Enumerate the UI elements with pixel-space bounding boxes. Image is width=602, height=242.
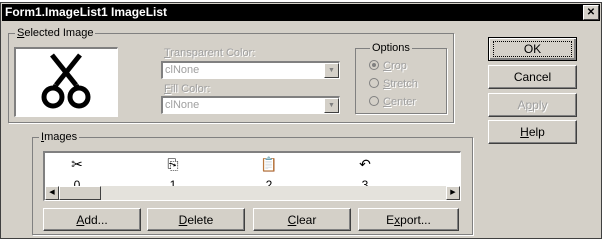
radio-stretch[interactable]: Stretch <box>369 78 418 90</box>
radio-icon <box>369 78 379 88</box>
images-legend: Images <box>39 131 80 144</box>
transparent-color-select[interactable]: clNone ▼ <box>161 61 340 79</box>
selected-image-legend: Selected Image <box>15 27 96 40</box>
transparent-color-label: Transparent Color: <box>164 47 256 59</box>
radio-selected-icon <box>369 60 379 70</box>
paste-icon: 📋 <box>260 156 278 172</box>
cut-icon: ✂ <box>71 156 83 172</box>
fill-color-label: Fill Color: <box>164 83 211 95</box>
copy-icon: ⎘ <box>167 156 179 172</box>
options-legend: Options <box>370 42 412 55</box>
title-bar: Form1.ImageList1 ImageList ✕ <box>2 4 600 21</box>
cancel-button[interactable]: Cancel <box>488 65 577 89</box>
selected-image-preview <box>14 47 118 117</box>
export-button[interactable]: Export... <box>358 208 459 231</box>
scroll-left-icon[interactable]: ◀ <box>45 186 59 200</box>
close-icon[interactable]: ✕ <box>583 5 599 20</box>
radio-icon <box>369 96 379 106</box>
transparent-color-value: clNone <box>165 64 200 76</box>
chevron-down-icon[interactable]: ▼ <box>324 98 339 113</box>
fill-color-select[interactable]: clNone ▼ <box>161 96 340 114</box>
scissors-icon <box>41 53 91 109</box>
fill-color-value: clNone <box>165 99 200 111</box>
ok-button[interactable]: OK <box>488 37 577 61</box>
help-button[interactable]: Help <box>488 120 577 144</box>
chevron-down-icon[interactable]: ▼ <box>324 63 339 78</box>
images-list[interactable]: ✂ 0 ⎘ 1 📋 2 ↶ 3 ◀ ▶ <box>43 151 461 201</box>
imagelist-dialog: Form1.ImageList1 ImageList ✕ Selected Im… <box>0 2 602 239</box>
undo-icon: ↶ <box>359 156 371 172</box>
focus-rect <box>493 41 572 57</box>
radio-crop[interactable]: Crop <box>369 60 407 72</box>
radio-center[interactable]: Center <box>369 96 416 108</box>
clear-button[interactable]: Clear <box>253 208 351 231</box>
apply-button[interactable]: Apply <box>488 93 577 117</box>
scroll-right-icon[interactable]: ▶ <box>446 186 460 200</box>
delete-button[interactable]: Delete <box>147 208 245 231</box>
add-button[interactable]: Add... <box>43 208 141 231</box>
scroll-thumb[interactable] <box>59 186 101 200</box>
window-title: Form1.ImageList1 ImageList <box>5 5 168 19</box>
horizontal-scrollbar[interactable]: ◀ ▶ <box>45 186 460 200</box>
